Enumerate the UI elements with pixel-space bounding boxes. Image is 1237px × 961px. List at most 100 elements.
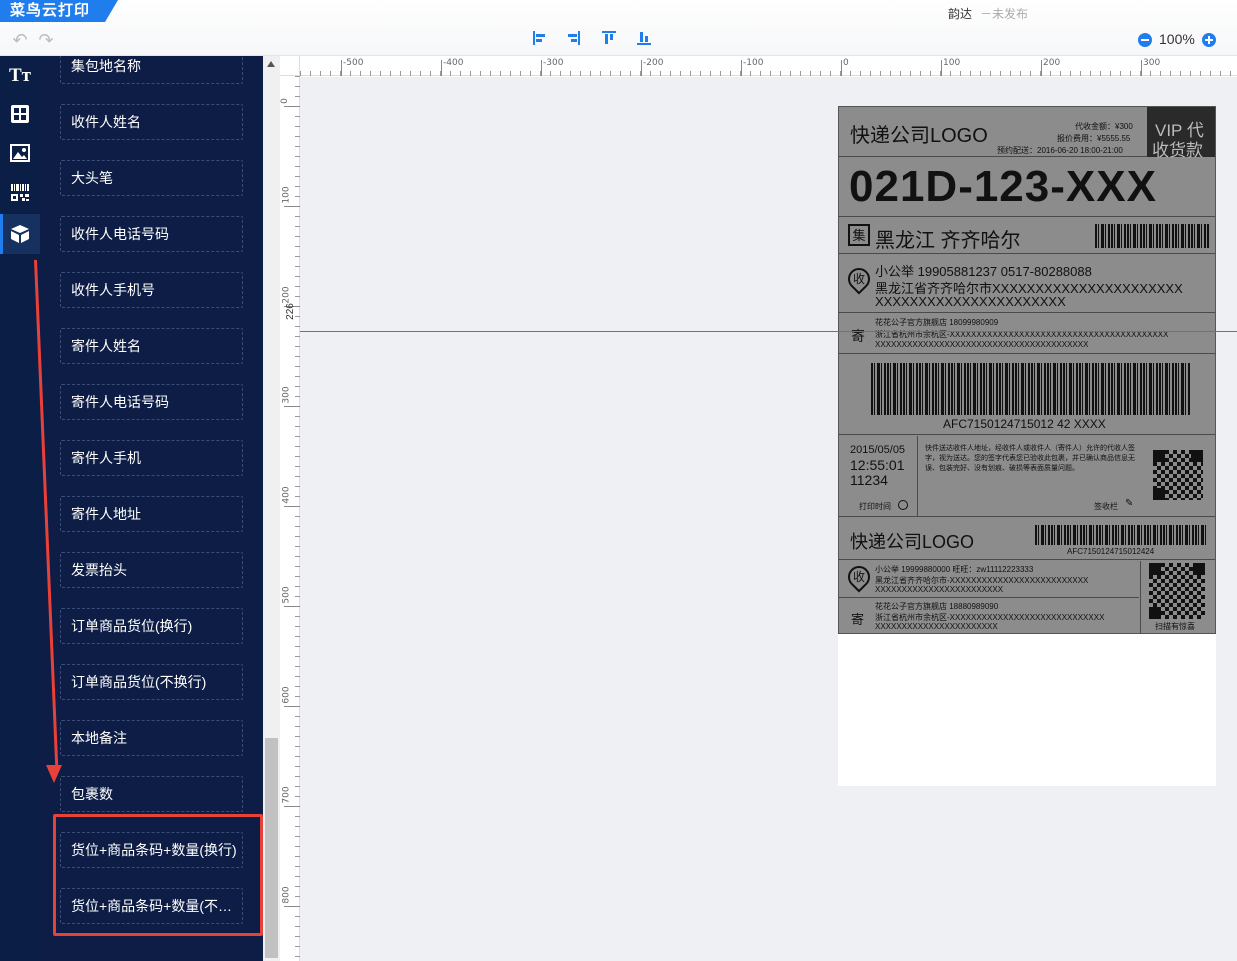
rail-layout-tool[interactable] [0, 94, 40, 134]
layout-grid-icon [11, 105, 29, 123]
label-qrcode-2 [1149, 563, 1205, 619]
dest-barcode [1095, 224, 1209, 248]
ruler-label: -200 [643, 58, 664, 68]
label-stub-sender[interactable]: 寄 花花公子官方旗舰店 18880989090 浙江省杭州市余杭区-XXXXXX… [839, 599, 1139, 633]
delivery-terms: 快件送达收件人地址，经收件人或收件人（寄件人）允许的代收人签字，视为送达。您的签… [925, 445, 1135, 472]
label-qrcode [1153, 450, 1203, 500]
package-box-icon [11, 225, 29, 243]
waybill-barcode [871, 363, 1191, 415]
align-bottom-icon[interactable] [636, 30, 652, 46]
ruler-label: 300 [1143, 58, 1161, 68]
stub-barcode [1035, 525, 1207, 545]
field-item[interactable]: 包裹数 [60, 776, 243, 812]
ruler-label: 400 [281, 486, 292, 504]
ruler-label: -300 [543, 58, 564, 68]
rail-image-tool[interactable] [0, 133, 40, 173]
destination-text: 黑龙江 齐齐哈尔 [875, 230, 1021, 252]
waybill-number-2: AFC7150124715012424 [1067, 547, 1155, 556]
ruler-guide-line[interactable] [300, 331, 1237, 332]
top-bar: 菜鸟云打印 韵达 －未发布 ↶ ↷ 100% [0, 0, 1237, 56]
ruler-label: 200 [281, 286, 292, 304]
ruler-label: 300 [281, 386, 292, 404]
label-receiver[interactable]: 收 小公举 19905881237 0517-80288088 黑龙江省齐齐哈尔… [839, 255, 1215, 313]
sender-badge: 寄 [851, 328, 865, 344]
scroll-up-arrow[interactable] [267, 61, 275, 67]
field-item[interactable]: 集包地名称 [60, 56, 243, 84]
label-stub-header[interactable]: 快递公司LOGO AFC7150124715012424 [839, 518, 1215, 560]
label-print-info[interactable]: 2015/05/05 12:55:01 11234 打印时间 快件送达收件人地址… [839, 436, 1215, 517]
field-item[interactable]: 大头笔 [60, 160, 243, 196]
ruler-label: 600 [281, 686, 292, 704]
rail-package-tool[interactable] [0, 214, 40, 254]
waybill-label[interactable]: 快递公司LOGO 代收金额：¥300 报价费用：¥5555.55 预约配送：20… [838, 106, 1216, 634]
zoom-in-button[interactable] [1202, 33, 1216, 47]
tool-rail: Tт [0, 56, 40, 961]
ruler-label: 100 [943, 58, 961, 68]
panel-scrollbar[interactable] [263, 56, 280, 961]
sender2-name-phone: 花花公子官方旗舰店 18880989090 [875, 602, 999, 611]
sign-label: 签收栏 [1094, 502, 1118, 511]
field-item[interactable]: 寄件人姓名 [60, 328, 243, 364]
print-date: 2015/05/05 [850, 444, 906, 456]
sender-name-phone: 花花公子官方旗舰店 18099980909 [875, 318, 999, 327]
receiver-badge-2: 收 [843, 561, 875, 593]
undo-icon[interactable]: ↶ [10, 31, 30, 49]
field-item[interactable]: 寄件人电话号码 [60, 384, 243, 420]
vertical-ruler: 0 100 200 300 400 500 600 700 800 [280, 76, 300, 961]
zoom-level: 100% [1159, 31, 1195, 47]
label-header[interactable]: 快递公司LOGO 代收金额：¥300 报价费用：¥5555.55 预约配送：20… [839, 107, 1215, 160]
label-destination[interactable]: 集 黑龙江 齐齐哈尔 [839, 218, 1215, 254]
brand-logo: 菜鸟云打印 [0, 0, 118, 22]
dest-badge: 集 [848, 224, 870, 246]
ruler-corner [280, 56, 300, 76]
ruler-label: -100 [743, 58, 764, 68]
field-item[interactable]: 订单商品货位(不换行) [60, 664, 243, 700]
receiver2-address-2: XXXXXXXXXXXXXXXXXXXXXXXX [875, 585, 1004, 594]
align-left-icon[interactable] [532, 30, 548, 46]
vip-box: VIP 代 收货款 [1147, 107, 1215, 160]
field-item[interactable]: 寄件人手机 [60, 440, 243, 476]
template-name: 韵达 [948, 7, 973, 21]
field-item[interactable]: 货位+商品条码+数量(不换行) [60, 888, 243, 924]
field-item[interactable]: 货位+商品条码+数量(换行) [60, 832, 243, 868]
label-stub-receiver[interactable]: 收 小公举 19999880000 旺旺：zw11112223333 黑龙江省齐… [839, 561, 1139, 598]
scroll-thumb[interactable] [265, 738, 278, 958]
text-icon: Tт [8, 65, 31, 86]
ruler-label: 200 [1043, 58, 1061, 68]
ruler-label: 800 [281, 886, 292, 904]
label-logo: 快递公司LOGO [850, 125, 988, 147]
field-item[interactable]: 收件人电话号码 [60, 216, 243, 252]
ruler-label: 700 [281, 786, 292, 804]
field-item[interactable]: 发票抬头 [60, 552, 243, 588]
field-item[interactable]: 收件人姓名 [60, 104, 243, 140]
sender2-address-2: XXXXXXXXXXXXXXXXXXXXXXX [875, 622, 998, 631]
annotation-arrow-head [46, 765, 62, 783]
field-item[interactable]: 本地备注 [60, 720, 243, 756]
ruler-label: -400 [443, 58, 464, 68]
receiver-badge: 收 [843, 263, 875, 295]
ruler-label: 100 [281, 186, 292, 204]
align-top-icon[interactable] [601, 30, 617, 46]
receiver-address-2: XXXXXXXXXXXXXXXXXXXXXX [875, 294, 1066, 309]
align-right-icon[interactable] [565, 30, 581, 46]
field-item[interactable]: 寄件人地址 [60, 496, 243, 532]
label-cod: 代收金额：¥300 [1075, 122, 1133, 131]
pen-icon: ✎ [1125, 498, 1134, 509]
field-item[interactable]: 订单商品货位(换行) [60, 608, 243, 644]
zoom-out-button[interactable] [1138, 33, 1152, 47]
sender-address-2: XXXXXXXXXXXXXXXXXXXXXXXXXXXXXXXXXXXXXXXX [875, 340, 1089, 349]
rail-barcode-tool[interactable] [0, 173, 40, 213]
qr-caption: 扫描有惊喜 [1155, 622, 1195, 631]
barcode-qrcode-icon [11, 184, 29, 201]
redo-icon[interactable]: ↷ [36, 31, 56, 49]
guide-position-label: 226 [284, 303, 296, 320]
clock-icon [898, 500, 908, 510]
label-sort-code[interactable]: 021D-123-XXX [839, 158, 1215, 217]
rail-text-tool[interactable]: Tт [0, 56, 40, 96]
field-item[interactable]: 收件人手机号 [60, 272, 243, 308]
waybill-number: AFC7150124715012 42 XXXX [943, 417, 1106, 431]
field-list-panel: 集包地名称 收件人姓名 大头笔 收件人电话号码 收件人手机号 寄件人姓名 寄件人… [40, 56, 263, 961]
label-sender[interactable]: 寄 花花公子官方旗舰店 18099980909 浙江省杭州市余杭区-XXXXXX… [839, 314, 1215, 354]
label-main-barcode[interactable]: AFC7150124715012 42 XXXX [839, 355, 1215, 435]
image-icon [10, 144, 30, 162]
